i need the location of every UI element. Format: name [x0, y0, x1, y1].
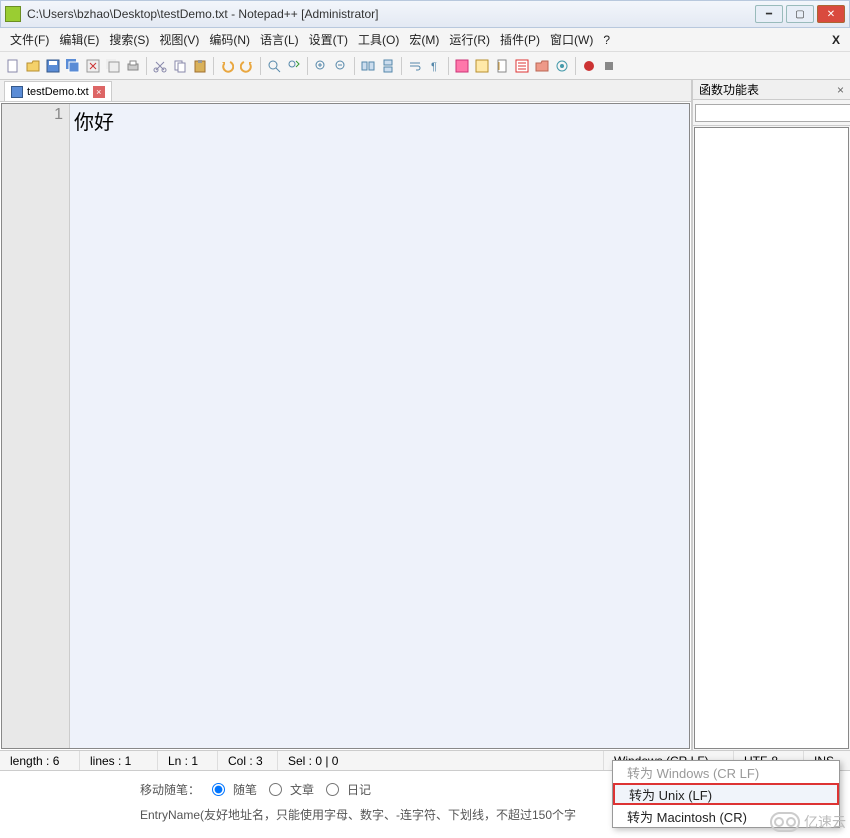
menu-window[interactable]: 窗口(W)	[546, 29, 597, 50]
stop-macro-icon[interactable]	[600, 57, 618, 75]
menu-close-x[interactable]: X	[828, 31, 844, 49]
panel-search-input[interactable]	[695, 104, 850, 122]
editor-content[interactable]: 你好	[70, 104, 689, 748]
status-length: length : 6	[0, 751, 80, 770]
allchars-icon[interactable]: ¶	[426, 57, 444, 75]
watermark: 亿速云	[770, 812, 846, 832]
menu-language[interactable]: 语言(L)	[256, 29, 303, 50]
undo-icon[interactable]	[218, 57, 236, 75]
menu-settings[interactable]: 设置(T)	[305, 29, 352, 50]
tab-close-icon[interactable]: ×	[93, 86, 105, 98]
record-macro-icon[interactable]	[580, 57, 598, 75]
watermark-text: 亿速云	[804, 812, 846, 832]
save-status-icon	[11, 86, 23, 98]
window-title: C:\Users\bzhao\Desktop\testDemo.txt - No…	[27, 7, 755, 21]
bg-radio-2[interactable]	[269, 783, 282, 796]
menu-plugins[interactable]: 插件(P)	[496, 29, 544, 50]
menu-encoding[interactable]: 编码(N)	[205, 29, 254, 50]
file-tab[interactable]: testDemo.txt ×	[4, 81, 112, 101]
tab-label: testDemo.txt	[27, 86, 89, 98]
function-list-icon[interactable]	[513, 57, 531, 75]
line-number-gutter: 1	[2, 104, 70, 748]
minimize-button[interactable]: ━	[755, 5, 783, 23]
print-icon[interactable]	[124, 57, 142, 75]
main-area: testDemo.txt × 1 你好 函数功能表 × AZ	[0, 80, 850, 750]
redo-icon[interactable]	[238, 57, 256, 75]
find-icon[interactable]	[265, 57, 283, 75]
toolbar: ¶	[0, 52, 850, 80]
menu-help[interactable]: ?	[599, 31, 614, 49]
indent-guide-icon[interactable]	[453, 57, 471, 75]
editor[interactable]: 1 你好	[1, 103, 690, 749]
toolbar-separator	[401, 57, 402, 75]
maximize-button[interactable]: ▢	[786, 5, 814, 23]
toolbar-separator	[575, 57, 576, 75]
doc-map-icon[interactable]	[493, 57, 511, 75]
bg-r3: 日记	[347, 781, 371, 798]
line-number: 1	[2, 106, 63, 124]
svg-text:¶: ¶	[431, 61, 437, 73]
status-sel: Sel : 0 | 0	[278, 751, 604, 770]
status-ln: Ln : 1	[158, 751, 218, 770]
sync-v-icon[interactable]	[359, 57, 377, 75]
bg-r2: 文章	[290, 781, 314, 798]
function-list-panel: 函数功能表 × AZ	[692, 80, 850, 750]
close-file-icon[interactable]	[84, 57, 102, 75]
cut-icon[interactable]	[151, 57, 169, 75]
menu-file[interactable]: 文件(F)	[6, 29, 53, 50]
new-file-icon[interactable]	[4, 57, 22, 75]
bg-radio-3[interactable]	[326, 783, 339, 796]
toolbar-separator	[448, 57, 449, 75]
zoom-in-icon[interactable]	[312, 57, 330, 75]
open-file-icon[interactable]	[24, 57, 42, 75]
toolbar-separator	[146, 57, 147, 75]
watermark-icon	[770, 812, 800, 832]
save-all-icon[interactable]	[64, 57, 82, 75]
menu-search[interactable]: 搜索(S)	[105, 29, 153, 50]
menu-item-windows: 转为 Windows (CR LF)	[613, 761, 839, 783]
folder-icon[interactable]	[533, 57, 551, 75]
panel-header: 函数功能表 ×	[693, 80, 850, 100]
menu-edit[interactable]: 编辑(E)	[55, 29, 103, 50]
editor-pane: testDemo.txt × 1 你好	[0, 80, 692, 750]
bg-label: 移动随笔：	[140, 781, 200, 798]
panel-title: 函数功能表	[699, 81, 759, 98]
toolbar-separator	[213, 57, 214, 75]
monitor-icon[interactable]	[553, 57, 571, 75]
close-button[interactable]: ✕	[817, 5, 845, 23]
copy-icon[interactable]	[171, 57, 189, 75]
panel-close-icon[interactable]: ×	[837, 83, 844, 97]
status-col: Col : 3	[218, 751, 278, 770]
userlang-icon[interactable]	[473, 57, 491, 75]
toolbar-separator	[354, 57, 355, 75]
bg-r1: 随笔	[233, 781, 257, 798]
paste-icon[interactable]	[191, 57, 209, 75]
bg-radio-1[interactable]	[212, 783, 225, 796]
replace-icon[interactable]	[285, 57, 303, 75]
menu-tools[interactable]: 工具(O)	[354, 29, 403, 50]
status-lines: lines : 1	[80, 751, 158, 770]
menubar: 文件(F) 编辑(E) 搜索(S) 视图(V) 编码(N) 语言(L) 设置(T…	[0, 28, 850, 52]
window-controls: ━ ▢ ✕	[755, 5, 845, 23]
panel-body	[694, 127, 849, 749]
toolbar-separator	[260, 57, 261, 75]
app-icon	[5, 6, 21, 22]
menu-item-unix[interactable]: 转为 Unix (LF)	[613, 783, 839, 805]
wordwrap-icon[interactable]	[406, 57, 424, 75]
menu-view[interactable]: 视图(V)	[155, 29, 203, 50]
panel-toolbar: AZ	[693, 100, 850, 126]
close-all-icon[interactable]	[104, 57, 122, 75]
menu-run[interactable]: 运行(R)	[445, 29, 494, 50]
tab-strip: testDemo.txt ×	[0, 80, 691, 102]
sync-h-icon[interactable]	[379, 57, 397, 75]
editor-line[interactable]: 你好	[74, 106, 685, 135]
menu-macro[interactable]: 宏(M)	[405, 29, 443, 50]
save-icon[interactable]	[44, 57, 62, 75]
zoom-out-icon[interactable]	[332, 57, 350, 75]
toolbar-separator	[307, 57, 308, 75]
titlebar: C:\Users\bzhao\Desktop\testDemo.txt - No…	[0, 0, 850, 28]
